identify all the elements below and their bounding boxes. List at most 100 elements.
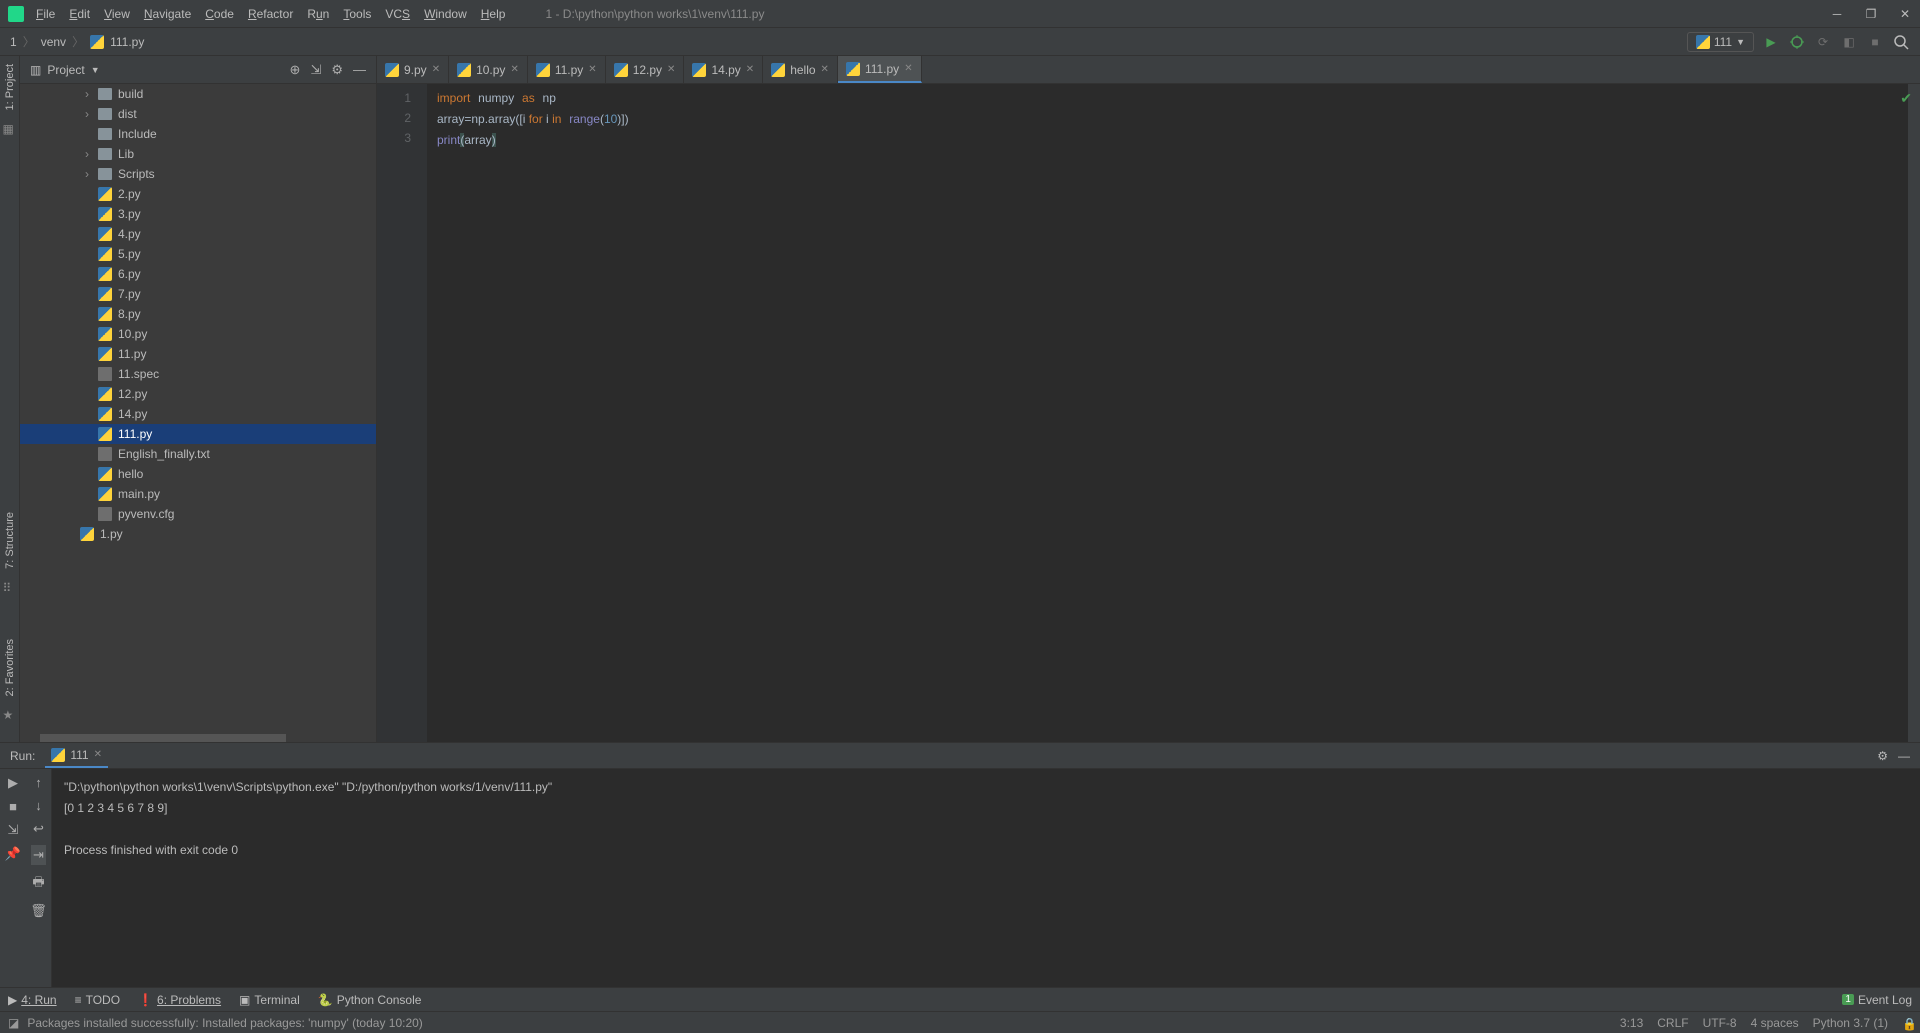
tree-item-dist[interactable]: ›dist (20, 104, 376, 124)
tool-structure[interactable]: 7: Structure (4, 512, 16, 569)
project-panel-title[interactable]: Project (47, 63, 84, 77)
coverage-button[interactable]: ⟳ (1814, 33, 1832, 51)
menu-navigate[interactable]: Navigate (144, 7, 191, 21)
tree-item-main-py[interactable]: main.py (20, 484, 376, 504)
code-editor[interactable]: import numpy as np array=np.array([i for… (427, 84, 1908, 742)
statusbar-eol[interactable]: CRLF (1657, 1016, 1688, 1030)
settings-icon[interactable]: ⚙ (331, 62, 343, 78)
statusbar-show-icon[interactable]: ◪ (8, 1016, 19, 1030)
event-log-button[interactable]: 1 Event Log (1842, 993, 1912, 1007)
console-output[interactable]: "D:\python\python works\1\venv\Scripts\p… (52, 769, 1920, 987)
stop-button[interactable]: ■ (1866, 33, 1884, 51)
breadcrumb-folder[interactable]: venv (41, 35, 66, 49)
tree-item-7-py[interactable]: 7.py (20, 284, 376, 304)
minimize-button[interactable]: ─ (1830, 7, 1844, 21)
statusbar-interpreter[interactable]: Python 3.7 (1) (1813, 1016, 1888, 1030)
bottom-tab-problems[interactable]: ❗ 6: Problems (138, 993, 221, 1007)
tree-item-English_finally-txt[interactable]: English_finally.txt (20, 444, 376, 464)
bottom-tab-run[interactable]: ▶ 4: Run (8, 993, 57, 1007)
close-icon[interactable]: ✕ (432, 64, 440, 75)
editor-tab-111-py[interactable]: 111.py✕ (838, 56, 922, 83)
chevron-down-icon[interactable]: ▼ (91, 65, 100, 75)
pin-icon[interactable]: 📌 (5, 846, 21, 862)
breadcrumb-root[interactable]: 1 (10, 35, 17, 49)
run-tab[interactable]: 111 ✕ (45, 743, 108, 768)
hide-icon[interactable]: — (353, 62, 366, 78)
close-icon[interactable]: ✕ (94, 749, 102, 760)
tree-item-1-py[interactable]: 1.py (20, 524, 376, 544)
tree-item-5-py[interactable]: 5.py (20, 244, 376, 264)
close-icon[interactable]: ✕ (510, 64, 518, 75)
menu-code[interactable]: Code (205, 7, 234, 21)
chevron-right-icon[interactable]: › (82, 147, 92, 161)
up-icon[interactable]: ↑ (35, 775, 42, 790)
tree-item-pyvenv-cfg[interactable]: pyvenv.cfg (20, 504, 376, 524)
close-button[interactable]: ✕ (1898, 7, 1912, 21)
project-tree[interactable]: ›build›distInclude›Lib›Scripts2.py3.py4.… (20, 84, 376, 742)
horizontal-scrollbar[interactable] (40, 734, 286, 742)
statusbar-cursor[interactable]: 3:13 (1620, 1016, 1643, 1030)
chevron-right-icon[interactable]: › (82, 87, 92, 101)
editor-tab-11-py[interactable]: 11.py✕ (528, 56, 606, 83)
debug-button[interactable] (1788, 33, 1806, 51)
run-hide-icon[interactable]: — (1898, 749, 1910, 763)
inspection-ok-icon[interactable]: ✔ (1900, 90, 1912, 107)
editor-tab-14-py[interactable]: 14.py✕ (684, 56, 763, 83)
menu-edit[interactable]: Edit (69, 7, 90, 21)
print-icon[interactable]: 🖶 (32, 873, 44, 895)
close-icon[interactable]: ✕ (904, 63, 912, 74)
tree-item-2-py[interactable]: 2.py (20, 184, 376, 204)
scroll-icon[interactable]: ⇥ (31, 845, 46, 865)
down-icon[interactable]: ↓ (35, 798, 42, 813)
stop-button[interactable]: ■ (9, 799, 17, 814)
tree-item-10-py[interactable]: 10.py (20, 324, 376, 344)
menu-help[interactable]: Help (481, 7, 506, 21)
tree-item-Include[interactable]: Include (20, 124, 376, 144)
tree-item-6-py[interactable]: 6.py (20, 264, 376, 284)
bottom-tab-todo[interactable]: ≡ TODO (75, 993, 120, 1007)
close-icon[interactable]: ✕ (667, 64, 675, 75)
lock-icon[interactable]: 🔒 (1902, 1017, 1912, 1029)
tree-item-12-py[interactable]: 12.py (20, 384, 376, 404)
tree-item-11-spec[interactable]: 11.spec (20, 364, 376, 384)
editor-tab-9-py[interactable]: 9.py✕ (377, 56, 449, 83)
menu-window[interactable]: Window (424, 7, 467, 21)
editor-tab-10-py[interactable]: 10.py✕ (449, 56, 528, 83)
tool-project[interactable]: 1: Project (4, 64, 16, 110)
chevron-right-icon[interactable]: › (82, 107, 92, 121)
tree-item-build[interactable]: ›build (20, 84, 376, 104)
tree-item-11-py[interactable]: 11.py (20, 344, 376, 364)
run-configuration-selector[interactable]: 111 ▼ (1687, 32, 1754, 52)
run-settings-icon[interactable]: ⚙ (1877, 749, 1888, 763)
menu-view[interactable]: View (104, 7, 130, 21)
menu-run[interactable]: Run (307, 7, 329, 21)
tree-item-Lib[interactable]: ›Lib (20, 144, 376, 164)
close-icon[interactable]: ✕ (588, 64, 596, 75)
menu-tools[interactable]: Tools (343, 7, 371, 21)
bottom-tab-terminal[interactable]: ▣ Terminal (239, 993, 300, 1007)
tree-item-hello[interactable]: hello (20, 464, 376, 484)
close-icon[interactable]: ✕ (746, 64, 754, 75)
run-button[interactable]: ▶ (1762, 33, 1780, 51)
locate-icon[interactable]: ⊕ (290, 62, 301, 78)
maximize-button[interactable]: ❐ (1864, 7, 1878, 21)
editor-tab-12-py[interactable]: 12.py✕ (606, 56, 685, 83)
tree-item-8-py[interactable]: 8.py (20, 304, 376, 324)
profile-button[interactable]: ◧ (1840, 33, 1858, 51)
tree-item-3-py[interactable]: 3.py (20, 204, 376, 224)
editor-tab-hello[interactable]: hello✕ (763, 56, 838, 83)
trash-icon[interactable]: 🗑 (30, 903, 47, 919)
menu-vcs[interactable]: VCS (385, 7, 410, 21)
tree-item-4-py[interactable]: 4.py (20, 224, 376, 244)
layout-icon[interactable]: ⇲ (8, 822, 19, 838)
tree-item-Scripts[interactable]: ›Scripts (20, 164, 376, 184)
tool-favorites[interactable]: 2: Favorites (4, 639, 16, 696)
editor-scrollbar[interactable] (1908, 84, 1920, 742)
tree-item-14-py[interactable]: 14.py (20, 404, 376, 424)
search-everywhere-button[interactable] (1892, 33, 1910, 51)
expand-icon[interactable]: ⇲ (310, 62, 321, 78)
tree-item-111-py[interactable]: 111.py (20, 424, 376, 444)
statusbar-indent[interactable]: 4 spaces (1751, 1016, 1799, 1030)
bottom-tab-python-console[interactable]: 🐍 Python Console (318, 993, 422, 1007)
close-icon[interactable]: ✕ (821, 64, 829, 75)
